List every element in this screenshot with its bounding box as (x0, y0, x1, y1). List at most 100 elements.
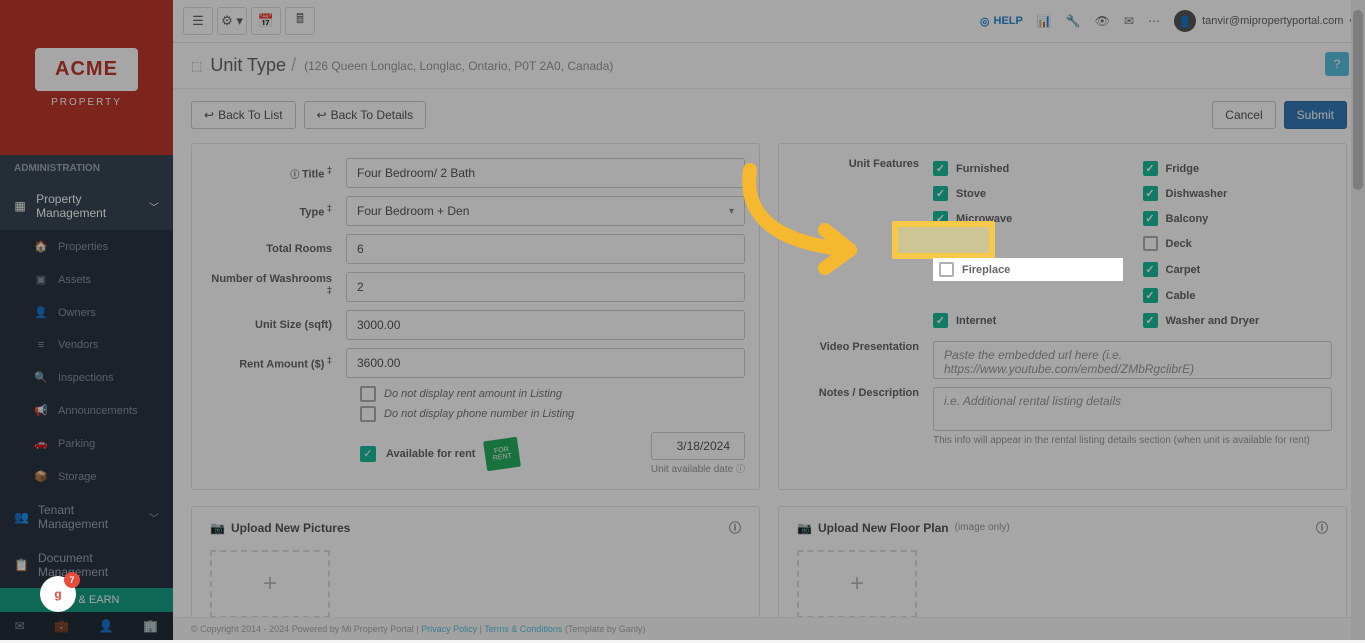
video-url-input[interactable]: Paste the embedded url here (i.e. https:… (933, 341, 1332, 379)
hide-rent-checkbox[interactable] (360, 386, 376, 402)
nav-owners[interactable]: 👤Owners (0, 296, 173, 329)
feature-checkbox[interactable]: ✓ (933, 211, 948, 226)
type-select[interactable]: Four Bedroom + Den▾ (346, 196, 745, 226)
nav-parking[interactable]: 🚗Parking (0, 427, 173, 460)
upload-pictures-panel: 📷 Upload New Pictures ⓘ + (191, 506, 760, 631)
building-icon[interactable]: 🏢 (143, 619, 158, 633)
features-label: Unit Features (793, 158, 933, 170)
nav-label: Document Management (38, 551, 159, 579)
briefcase-icon[interactable]: 💼 (54, 619, 69, 633)
topbar: ☰ ⚙ ▾ 📅 🖩 ◎HELP 📊 🔧 👁 ✉ ⋯ 👤 tanvir@mipro… (173, 0, 1365, 43)
more-icon[interactable]: ⋯ (1148, 14, 1160, 28)
g-badge[interactable]: g7 (40, 576, 76, 612)
page-header: ⬚ Unit Type / (126 Queen Longlac, Longla… (173, 43, 1365, 89)
rent-input[interactable] (346, 348, 745, 378)
search-icon: 🔍 (34, 371, 48, 384)
user-menu[interactable]: 👤 tanvir@mipropertyportal.com ▾ (1174, 10, 1355, 32)
megaphone-icon: 📢 (34, 404, 48, 417)
nav-inspections[interactable]: 🔍 Inspections (0, 361, 173, 394)
nav-vendors[interactable]: ≡Vendors (0, 329, 173, 361)
help-button[interactable]: ◎HELP (980, 15, 1023, 28)
feature-label: Fridge (1166, 163, 1200, 175)
button-label: Back To Details (331, 108, 413, 122)
envelope-icon[interactable]: ✉ (1124, 14, 1134, 28)
available-label: Available for rent (386, 448, 475, 460)
cancel-button[interactable]: Cancel (1212, 101, 1275, 129)
feature-checkbox[interactable]: ✓ (933, 186, 948, 201)
size-input[interactable] (346, 310, 745, 340)
feature-checkbox[interactable]: ✓ (1143, 186, 1158, 201)
for-rent-tag: FOR RENT (484, 436, 522, 470)
brand-subtext: PROPERTY (35, 97, 138, 108)
wrench-icon[interactable]: 🔧 (1066, 14, 1081, 28)
hide-phone-checkbox[interactable] (360, 406, 376, 422)
feature-checkbox[interactable]: ✓ (933, 313, 948, 328)
mail-icon[interactable]: ✉ (15, 619, 25, 633)
calendar-button[interactable]: 📅 (251, 7, 281, 35)
feature-checkbox[interactable]: ✓ (933, 161, 948, 176)
feature-label: Furnished (956, 163, 1009, 175)
washrooms-label: Number of Washrooms ‡ (206, 273, 346, 301)
feature-checkbox[interactable]: ✓ (1143, 288, 1158, 303)
feature-item-furnished: ✓ Furnished (933, 158, 1123, 179)
nav-label: Owners (58, 307, 96, 319)
help-question-button[interactable]: ? (1325, 52, 1349, 76)
nav-assets[interactable]: ▣Assets (0, 263, 173, 296)
rooms-input[interactable] (346, 234, 745, 264)
back-to-list-button[interactable]: ↩Back To List (191, 101, 296, 129)
person-icon[interactable]: 👤 (99, 619, 114, 633)
clipboard-icon: 📋 (14, 558, 28, 572)
bottom-nav: ✉ 💼 👤 🏢 (0, 612, 173, 640)
breadcrumb-address: (126 Queen Longlac, Longlac, Ontario, P0… (304, 59, 613, 73)
feature-item-washer-and-dryer: ✓Washer and Dryer (1143, 310, 1333, 331)
home-icon: 🏠 (34, 240, 48, 253)
gear-button[interactable]: ⚙ ▾ (217, 7, 247, 35)
feature-item-microwave: ✓Microwave (933, 208, 1123, 229)
menu-toggle-button[interactable]: ☰ (183, 7, 213, 35)
nav-label: Vendors (58, 339, 98, 351)
title-input[interactable] (346, 158, 745, 188)
nav-section-header: ADMINISTRATION (0, 155, 173, 182)
nav-tenant-management[interactable]: 👥 Tenant Management ﹀ (0, 493, 173, 541)
feature-checkbox[interactable]: ✓ (1143, 262, 1158, 277)
feature-checkbox[interactable]: ✓ (1143, 211, 1158, 226)
available-checkbox[interactable]: ✓ (360, 446, 376, 462)
calculator-button[interactable]: 🖩 (285, 7, 315, 35)
washrooms-input[interactable] (346, 272, 745, 302)
terms-link[interactable]: Terms & Conditions (484, 624, 562, 634)
nav-label: Inspections (58, 372, 114, 384)
scrollbar-thumb[interactable] (1353, 10, 1363, 190)
info-icon[interactable]: ⓘ (1316, 519, 1328, 536)
available-date-input[interactable]: 3/18/2024 (651, 432, 745, 460)
feature-checkbox[interactable] (1143, 236, 1158, 251)
floorplan-dropzone[interactable]: + (797, 550, 917, 618)
nav-properties[interactable]: 🏠Properties (0, 230, 173, 263)
chart-icon[interactable]: 📊 (1037, 14, 1052, 28)
feature-label: Carpet (1166, 264, 1201, 276)
scrollbar[interactable] (1351, 0, 1365, 640)
submit-button[interactable]: Submit (1284, 101, 1347, 129)
nav-announcements[interactable]: 📢Announcements (0, 394, 173, 427)
nav-property-management[interactable]: ▦ Property Management ﹀ (0, 182, 173, 230)
feature-checkbox[interactable]: ✓ (1143, 313, 1158, 328)
notes-input[interactable]: i.e. Additional rental listing details (933, 387, 1332, 431)
feature-checkbox[interactable]: ✓ (1143, 161, 1158, 176)
hide-rent-label: Do not display rent amount in Listing (384, 388, 562, 400)
nav-storage[interactable]: 📦Storage (0, 460, 173, 493)
page-title: Unit Type / (210, 55, 296, 76)
feature-checkbox[interactable] (939, 262, 954, 277)
cube-icon: ⬚ (191, 59, 202, 73)
footer-template: (Template by Ganly) (565, 624, 646, 634)
hide-phone-label: Do not display phone number in Listing (384, 408, 574, 420)
nav-document-management[interactable]: 📋 Document Management (0, 541, 173, 589)
back-to-details-button[interactable]: ↩Back To Details (304, 101, 427, 129)
pictures-dropzone[interactable]: + (210, 550, 330, 618)
info-icon[interactable]: ⓘ (729, 519, 741, 536)
eye-icon[interactable]: 👁 (1095, 14, 1110, 28)
privacy-link[interactable]: Privacy Policy (421, 624, 477, 634)
car-icon: 🚗 (34, 437, 48, 450)
feature-label: Deck (1166, 238, 1192, 250)
brand-logo: ACME (35, 48, 138, 91)
refer-earn-banner[interactable]: FER & EARN (0, 588, 173, 612)
feature-item-dishwasher: ✓Dishwasher (1143, 183, 1333, 204)
